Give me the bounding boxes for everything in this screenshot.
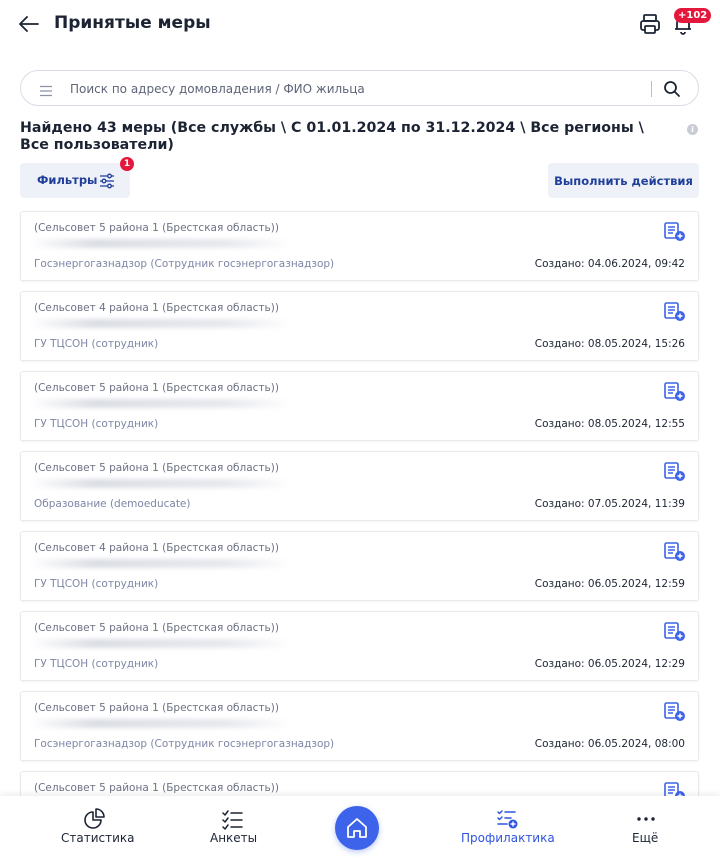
card-service: ГУ ТЦСОН (сотрудник) — [34, 658, 159, 670]
page-title: Принятые меры — [54, 13, 211, 33]
card-blurred-name — [29, 559, 291, 568]
nav-item-statistics[interactable]: Статистика — [44, 796, 144, 860]
sliders-icon — [100, 173, 114, 189]
app-header: Принятые меры +102 — [0, 0, 720, 48]
search-icon — [664, 81, 680, 97]
hamburger-icon — [40, 85, 52, 97]
card-service: Госэнергогазнадзор (Сотрудник госэнергог… — [34, 258, 335, 270]
card-blurred-name — [29, 639, 291, 648]
card-created-date: Создано: 06.05.2024, 12:29 — [534, 658, 685, 670]
card-organization: (Сельсовет 5 района 1 (Брестская область… — [34, 782, 279, 794]
card-service: ГУ ТЦСОН (сотрудник) — [34, 578, 159, 590]
measure-card[interactable]: (Сельсовет 4 района 1 (Брестская область… — [20, 291, 699, 361]
card-created-date: Создано: 06.05.2024, 08:00 — [534, 738, 685, 750]
back-button[interactable] — [16, 12, 42, 36]
results-summary: Найдено 43 меры (Все службы \ С 01.01.20… — [20, 120, 644, 153]
card-organization: (Сельсовет 4 района 1 (Брестская область… — [34, 542, 279, 554]
checklist-icon — [222, 810, 243, 830]
chart-pie-icon — [84, 808, 105, 829]
document-add-icon[interactable] — [664, 622, 686, 642]
card-service: Госэнергогазнадзор (Сотрудник госэнергог… — [34, 738, 335, 750]
nav-label: Статистика — [61, 831, 135, 845]
search-divider — [651, 81, 652, 97]
card-created-date: Создано: 07.05.2024, 11:39 — [534, 498, 685, 510]
nav-label: Анкеты — [210, 831, 258, 845]
document-add-icon[interactable] — [664, 462, 686, 482]
card-created-date: Создано: 06.05.2024, 12:59 — [534, 578, 685, 590]
more-dots-icon — [637, 817, 655, 821]
nav-item-more[interactable]: Ещё — [616, 796, 676, 860]
card-organization: (Сельсовет 5 района 1 (Брестская область… — [34, 382, 279, 394]
filters-count-badge: 1 — [120, 157, 134, 171]
search-input[interactable] — [70, 79, 640, 99]
prevention-list-icon — [497, 810, 518, 829]
card-blurred-name — [29, 719, 291, 728]
card-created-date: Создано: 08.05.2024, 15:26 — [534, 338, 685, 350]
card-service: Образование (demoeducate) — [34, 498, 191, 510]
nav-label: Профилактика — [461, 831, 555, 845]
card-organization: (Сельсовет 5 района 1 (Брестская область… — [34, 622, 279, 634]
nav-item-prevention[interactable]: Профилактика — [452, 796, 562, 860]
notification-badge: +102 — [674, 8, 712, 23]
home-button[interactable] — [335, 806, 379, 850]
card-organization: (Сельсовет 4 района 1 (Брестская область… — [34, 302, 279, 314]
info-icon[interactable]: i — [687, 124, 698, 135]
arrow-left-icon — [19, 16, 39, 32]
filters-button[interactable]: Фильтры — [20, 163, 130, 198]
card-created-date: Создано: 08.05.2024, 12:55 — [534, 418, 685, 430]
card-organization: (Сельсовет 5 района 1 (Брестская область… — [34, 462, 279, 474]
document-add-icon[interactable] — [664, 302, 686, 322]
measure-card[interactable]: (Сельсовет 5 района 1 (Брестская область… — [20, 451, 699, 521]
document-add-icon[interactable] — [664, 542, 686, 562]
measure-card[interactable]: (Сельсовет 5 района 1 (Брестская область… — [20, 211, 699, 281]
card-service: ГУ ТЦСОН (сотрудник) — [34, 418, 159, 430]
card-created-date: Создано: 04.06.2024, 09:42 — [534, 258, 685, 270]
measure-card[interactable]: (Сельсовет 5 района 1 (Брестская область… — [20, 611, 699, 681]
card-blurred-name — [29, 239, 291, 248]
card-organization: (Сельсовет 5 района 1 (Брестская область… — [34, 702, 279, 714]
perform-actions-button[interactable]: Выполнить действия — [548, 163, 699, 198]
measure-card[interactable]: (Сельсовет 5 района 1 (Брестская область… — [20, 691, 699, 761]
document-add-icon[interactable] — [664, 702, 686, 722]
measure-card[interactable]: (Сельсовет 4 района 1 (Брестская область… — [20, 531, 699, 601]
home-icon — [347, 818, 367, 838]
search-menu-button[interactable] — [40, 82, 52, 97]
printer-icon — [640, 14, 660, 34]
search-bar — [20, 70, 699, 106]
document-add-icon[interactable] — [664, 382, 686, 402]
nav-label: Ещё — [632, 831, 659, 845]
document-add-icon[interactable] — [664, 222, 686, 242]
measure-card[interactable]: (Сельсовет 5 района 1 (Брестская область… — [20, 371, 699, 441]
card-service: ГУ ТЦСОН (сотрудник) — [34, 338, 159, 350]
filters-label: Фильтры — [37, 173, 98, 187]
card-blurred-name — [29, 319, 291, 328]
card-organization: (Сельсовет 5 района 1 (Брестская область… — [34, 222, 279, 234]
print-button[interactable] — [638, 12, 662, 36]
search-button[interactable] — [662, 79, 682, 99]
card-blurred-name — [29, 399, 291, 408]
nav-item-questionnaires[interactable]: Анкеты — [190, 796, 274, 860]
card-blurred-name — [29, 479, 291, 488]
